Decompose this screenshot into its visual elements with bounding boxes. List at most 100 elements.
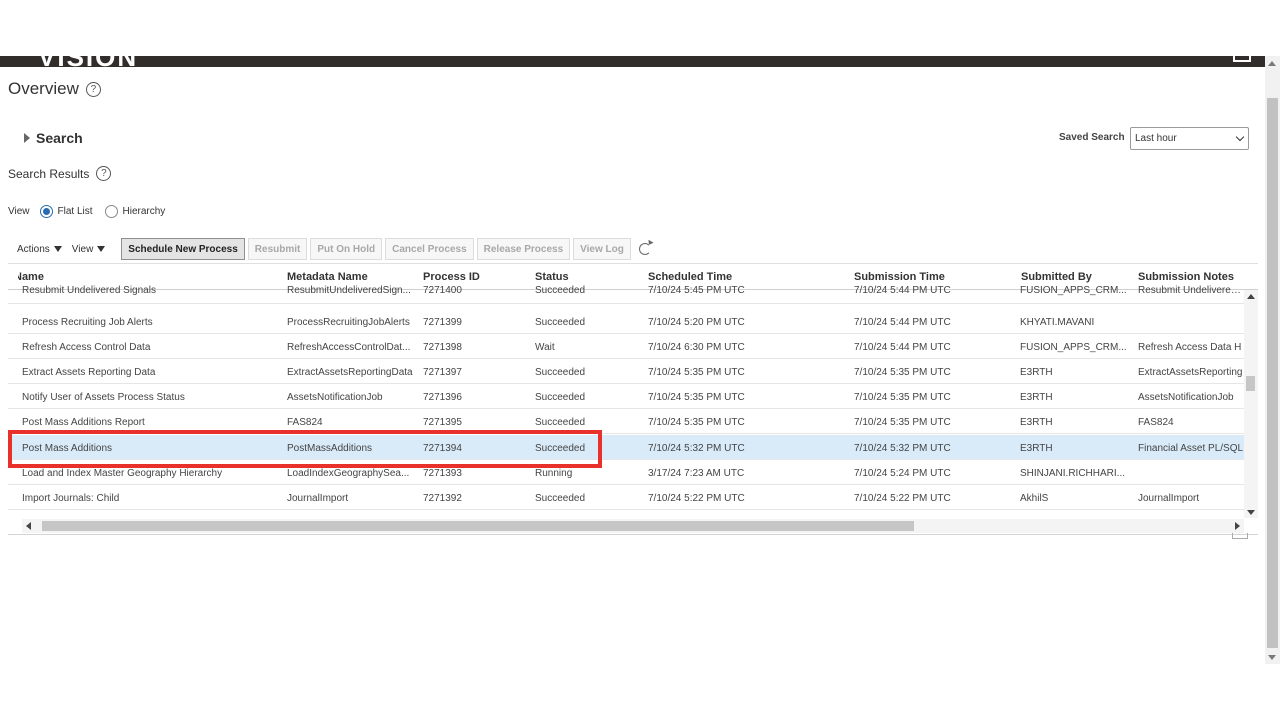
vision-logo: VISION: [38, 56, 138, 67]
column-header-submitted-by[interactable]: Submitted By: [1021, 271, 1131, 283]
scroll-right-icon[interactable]: [1235, 522, 1240, 530]
view-mode-row: View Flat List Hierarchy: [8, 205, 165, 218]
flat-list-radio[interactable]: [39, 205, 53, 218]
cell-name[interactable]: Import Journals: Child: [22, 493, 277, 504]
scroll-left-icon[interactable]: [26, 522, 31, 530]
cell-scheduled-time: 7/10/24 5:22 PM UTC: [648, 493, 745, 504]
table-hscroll-thumb[interactable]: [42, 521, 914, 531]
flat-list-label[interactable]: Flat List: [58, 206, 93, 217]
cell-submission-time: 7/10/24 5:44 PM UTC: [854, 317, 951, 328]
scroll-up-icon[interactable]: [1247, 294, 1255, 299]
search-disclosure[interactable]: Search: [24, 130, 83, 146]
cell-submitted-by: AkhilS: [1020, 493, 1049, 504]
schedule-new-process-button[interactable]: Schedule New Process: [121, 238, 245, 260]
expand-arrow-icon[interactable]: [24, 133, 30, 143]
table-row[interactable]: Process Recruiting Job Alerts ProcessRecr…: [8, 309, 1244, 334]
cell-scheduled-time: 7/10/24 6:30 PM UTC: [648, 342, 745, 353]
cell-submission-notes: Financial Asset PL/SQL: [1138, 443, 1244, 454]
page-scrollbar-thumb[interactable]: [1267, 98, 1278, 648]
table-horizontal-scrollbar[interactable]: [22, 519, 1244, 533]
view-menu-label: View: [71, 243, 94, 255]
results-toolbar: Actions View Schedule New Process Resubm…: [17, 237, 651, 261]
put-on-hold-button[interactable]: Put On Hold: [310, 238, 383, 260]
cell-submission-notes: Refresh Access Data H: [1138, 342, 1242, 353]
cell-status: Succeeded: [535, 367, 586, 378]
cell-submitted-by: E3RTH: [1020, 367, 1053, 378]
chevron-down-icon: [1235, 132, 1245, 142]
cell-submitted-by: E3RTH: [1020, 392, 1053, 403]
actions-menu[interactable]: Actions: [17, 244, 62, 255]
table-vscroll-thumb[interactable]: [1246, 376, 1255, 391]
table-row[interactable]: Resubmit Undelivered Signals ResubmitUnde…: [8, 283, 1244, 304]
cell-status: Succeeded: [535, 285, 586, 296]
cell-process-id: 7271393: [423, 468, 462, 479]
cell-submission-notes: FAS824: [1138, 417, 1174, 428]
page-scrollbar[interactable]: [1265, 56, 1280, 664]
table-vertical-scrollbar[interactable]: [1244, 290, 1258, 518]
table-row[interactable]: Notify User of Assets Process Status Asse…: [8, 384, 1244, 409]
table-row[interactable]: Refresh Access Control Data RefreshAccess…: [8, 334, 1244, 359]
cell-submission-notes: ExtractAssetsReporting: [1138, 367, 1243, 378]
cancel-process-button[interactable]: Cancel Process: [385, 238, 474, 260]
cell-submission-time: 7/10/24 5:44 PM UTC: [854, 342, 951, 353]
cell-name[interactable]: Extract Assets Reporting Data: [22, 367, 277, 378]
cell-name[interactable]: Process Recruiting Job Alerts: [22, 317, 277, 328]
release-process-button[interactable]: Release Process: [476, 238, 571, 260]
highlight-box: [8, 430, 602, 468]
cell-process-id: 7271398: [423, 342, 462, 353]
cell-scheduled-time: 7/10/24 5:32 PM UTC: [648, 443, 745, 454]
table-resize-corner[interactable]: [1232, 533, 1248, 539]
column-header-metadata-name[interactable]: Metadata Name: [287, 271, 417, 283]
column-header-process-id[interactable]: Process ID: [423, 271, 523, 283]
cell-metadata-name: ResubmitUndeliveredSign...: [287, 285, 411, 296]
actions-menu-label: Actions: [17, 243, 50, 255]
search-results-title-row: Search Results ?: [8, 166, 112, 181]
cell-submitted-by: FUSION_APPS_CRM...: [1020, 342, 1127, 353]
table-body: Resubmit Undelivered Signals ResubmitUnde…: [8, 283, 1244, 513]
cell-submission-notes: AssetsNotificationJob: [1138, 392, 1234, 403]
cell-process-id: 7271395: [423, 417, 462, 428]
dropdown-arrow-icon: [97, 246, 106, 252]
cell-name[interactable]: Post Mass Additions Report: [22, 417, 277, 428]
cell-name[interactable]: Notify User of Assets Process Status: [22, 392, 277, 403]
column-header-name[interactable]: Name: [18, 271, 288, 283]
column-header-status[interactable]: Status: [535, 271, 635, 283]
column-header-submission-time[interactable]: Submission Time: [854, 271, 1004, 283]
cell-submission-notes: JournalImport: [1138, 493, 1200, 504]
cell-metadata-name: LoadIndexGeographySea...: [287, 468, 410, 479]
hierarchy-label[interactable]: Hierarchy: [123, 206, 166, 217]
cell-submitted-by: E3RTH: [1020, 417, 1053, 428]
refresh-icon[interactable]: [638, 243, 651, 255]
cell-submission-time: 7/10/24 5:35 PM UTC: [854, 392, 951, 403]
dropdown-arrow-icon: [53, 246, 62, 252]
scroll-down-icon[interactable]: [1247, 510, 1255, 515]
cell-scheduled-time: 3/17/24 7:23 AM UTC: [648, 468, 745, 479]
resubmit-button[interactable]: Resubmit: [247, 238, 308, 260]
view-menu[interactable]: View: [72, 244, 106, 255]
view-log-button[interactable]: View Log: [573, 238, 631, 260]
cell-process-id: 7271400: [423, 285, 462, 296]
app-header-bar: VISION: [0, 56, 1265, 67]
saved-search-value: Last hour: [1135, 133, 1177, 144]
view-mode-label: View: [8, 206, 30, 217]
saved-search-select[interactable]: Last hour: [1130, 127, 1249, 150]
menu-icon[interactable]: [1233, 56, 1251, 62]
cell-name[interactable]: Refresh Access Control Data: [22, 342, 277, 353]
cell-status: Succeeded: [535, 392, 586, 403]
cell-metadata-name: RefreshAccessControlDat...: [287, 342, 411, 353]
search-label: Search: [36, 130, 83, 146]
table-row[interactable]: Extract Assets Reporting Data ExtractAsse…: [8, 359, 1244, 384]
help-icon[interactable]: ?: [85, 81, 101, 97]
table-row[interactable]: Import Journals: Child JournalImport 72713…: [8, 485, 1244, 510]
cell-name[interactable]: Load and Index Master Geography Hierarch…: [22, 468, 277, 479]
cell-name[interactable]: Resubmit Undelivered Signals: [22, 285, 277, 296]
column-header-submission-notes[interactable]: Submission Notes: [1138, 271, 1248, 283]
cell-status: Running: [535, 468, 573, 479]
cell-submission-time: 7/10/24 5:24 PM UTC: [854, 468, 951, 479]
scroll-down-icon[interactable]: [1268, 655, 1276, 660]
hierarchy-radio[interactable]: [104, 205, 118, 218]
scroll-up-icon[interactable]: [1268, 61, 1276, 66]
cell-metadata-name: FAS824: [287, 417, 323, 428]
help-icon[interactable]: ?: [96, 166, 112, 181]
column-header-scheduled-time[interactable]: Scheduled Time: [648, 271, 838, 283]
